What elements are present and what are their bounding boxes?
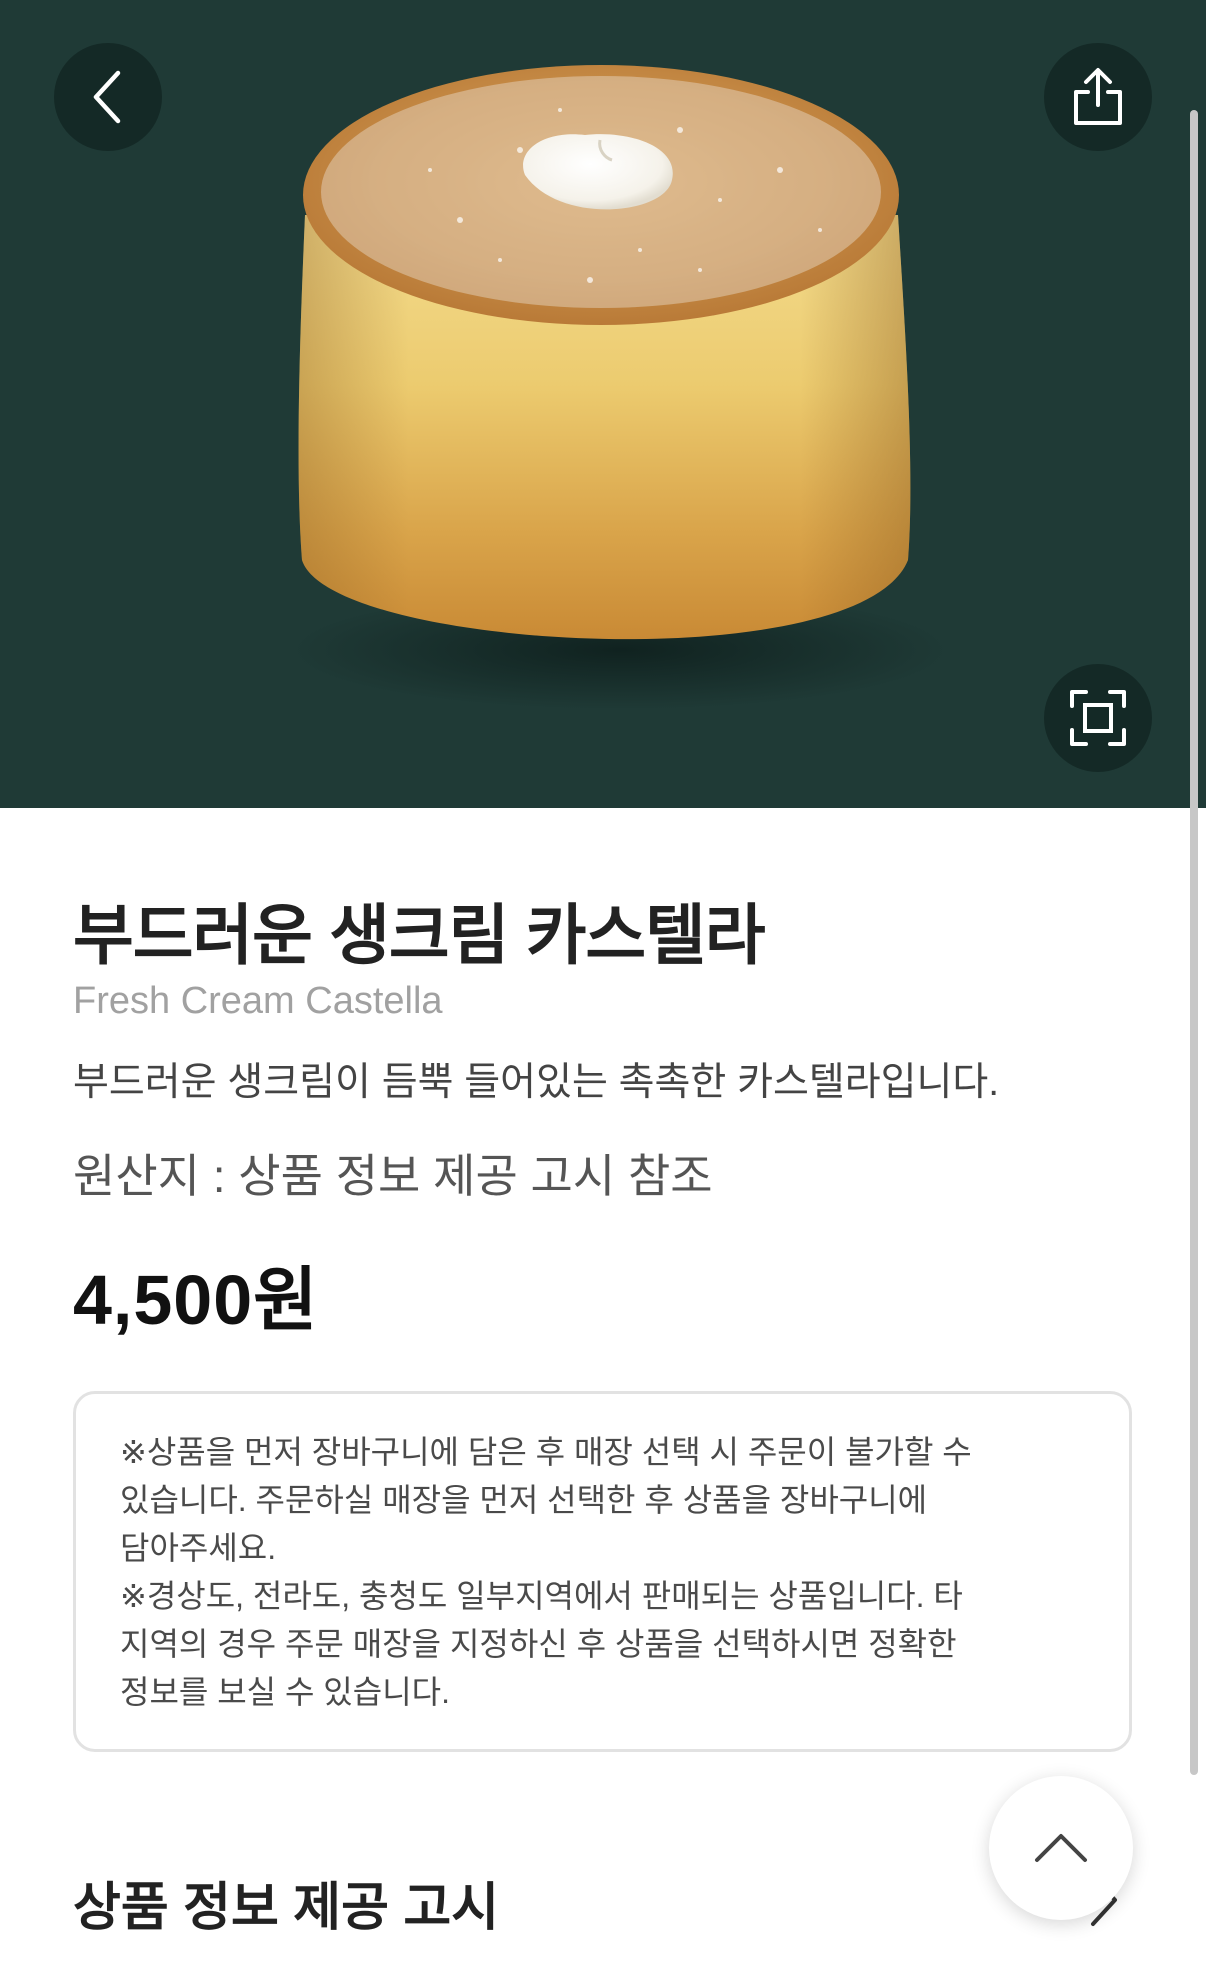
notice-line: ※상품을 먼저 장바구니에 담은 후 매장 선택 시 주문이 불가할 수	[120, 1434, 972, 1470]
chevron-up-icon	[1035, 1834, 1087, 1862]
zoom-button[interactable]	[1044, 664, 1152, 772]
product-english-name: Fresh Cream Castella	[73, 980, 443, 1022]
product-image	[290, 65, 950, 710]
notice-line: 담아주세요.	[120, 1530, 277, 1566]
fullscreen-icon	[1070, 690, 1126, 746]
chevron-left-icon	[93, 70, 121, 124]
notice-line: ※경상도, 전라도, 충청도 일부지역에서 판매되는 상품입니다. 타	[120, 1578, 963, 1614]
share-button[interactable]	[1044, 43, 1152, 151]
product-info-notice-link[interactable]: 상품 정보 제공 고시	[73, 1865, 499, 1940]
notice-line: 정보를 보실 수 있습니다.	[120, 1674, 450, 1710]
origin-info: 원산지 : 상품 정보 제공 고시 참조	[73, 1150, 713, 1202]
scrollbar[interactable]	[1190, 110, 1198, 1775]
product-title: 부드러운 생크림 카스텔라	[73, 898, 766, 972]
product-price: 4,500원	[73, 1261, 319, 1339]
notice-line: 있습니다. 주문하실 매장을 먼저 선택한 후 상품을 장바구니에	[120, 1482, 928, 1518]
product-image-area	[0, 0, 1206, 808]
order-notice-box: ※상품을 먼저 장바구니에 담은 후 매장 선택 시 주문이 불가할 수 있습니…	[73, 1391, 1132, 1752]
share-icon	[1074, 68, 1122, 125]
notice-line: 지역의 경우 주문 매장을 지정하신 후 상품을 선택하시면 정확한	[120, 1626, 957, 1662]
back-button[interactable]	[54, 43, 162, 151]
product-description: 부드러운 생크림이 듬뿍 들어있는 촉촉한 카스텔라입니다.	[73, 1061, 1000, 1104]
scroll-to-top-button[interactable]	[989, 1776, 1133, 1920]
